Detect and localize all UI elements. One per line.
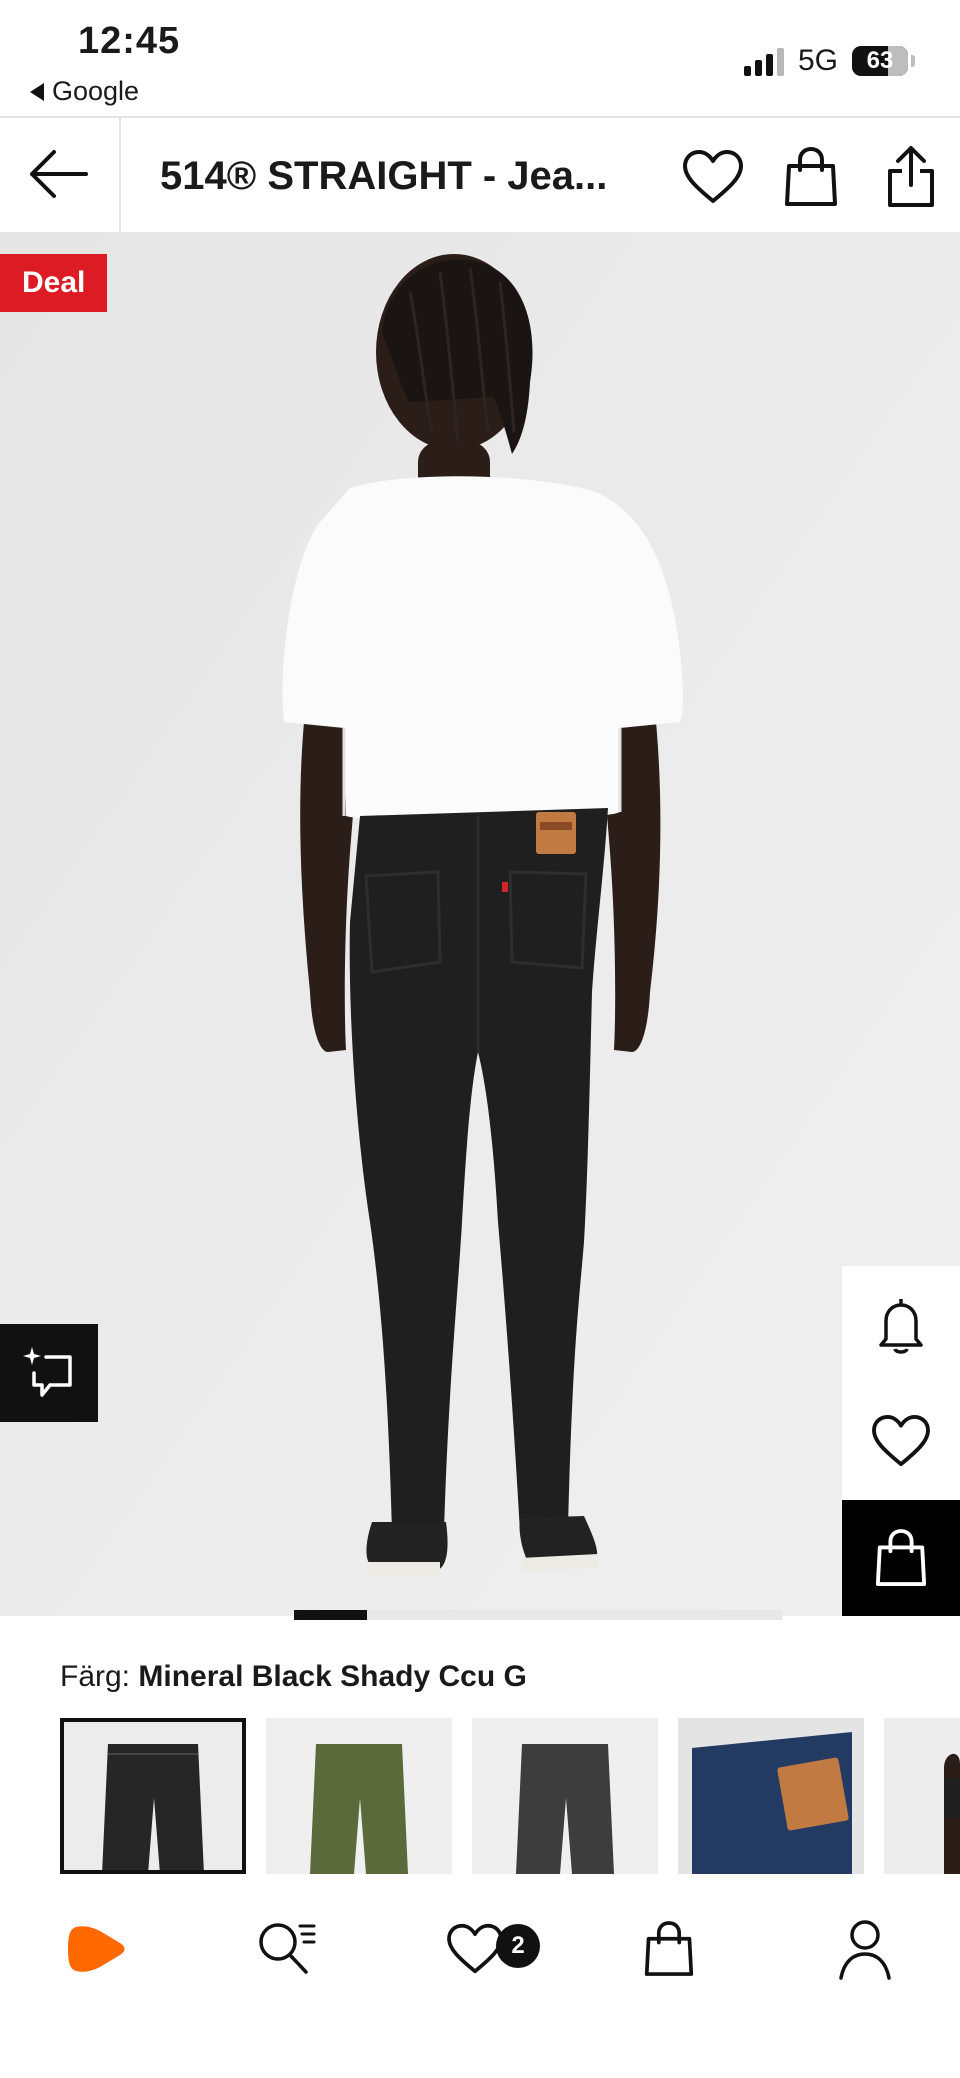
carousel-progress bbox=[294, 1610, 782, 1620]
color-key: Färg: bbox=[60, 1660, 131, 1693]
swatch-image bbox=[678, 1718, 864, 1874]
swatch-image bbox=[884, 1718, 960, 1874]
swatch-model[interactable] bbox=[884, 1718, 960, 1874]
user-icon bbox=[839, 1920, 891, 1980]
swatch-olive[interactable] bbox=[266, 1718, 452, 1874]
back-triangle-icon bbox=[30, 82, 44, 101]
share-icon bbox=[888, 146, 934, 207]
swatch-image bbox=[60, 1718, 246, 1874]
shopping-bag-icon bbox=[875, 1529, 927, 1586]
back-button[interactable] bbox=[22, 142, 92, 206]
color-swatches bbox=[60, 1718, 960, 1874]
share-button[interactable] bbox=[876, 142, 946, 212]
color-label: Färg: Mineral Black Shady Ccu G bbox=[60, 1660, 527, 1694]
bag-button[interactable] bbox=[776, 142, 846, 212]
back-app-label: Google bbox=[52, 76, 140, 106]
product-header: 514® STRAIGHT - Jea... bbox=[0, 116, 960, 234]
add-to-bag-button[interactable] bbox=[842, 1500, 960, 1616]
battery-tip bbox=[911, 55, 915, 67]
swatch-grey[interactable] bbox=[472, 1718, 658, 1874]
signal-icon bbox=[744, 46, 784, 76]
heart-icon bbox=[872, 1414, 930, 1467]
wishlist-side-button[interactable] bbox=[842, 1382, 960, 1500]
swatch-black[interactable] bbox=[60, 1718, 246, 1874]
bottom-tab-bar: 2 bbox=[0, 1874, 960, 2078]
battery-icon: 63 bbox=[852, 46, 908, 76]
ai-assist-button[interactable] bbox=[0, 1324, 98, 1422]
sparkle-chat-icon bbox=[23, 1347, 72, 1397]
carousel-progress-fill bbox=[294, 1610, 368, 1620]
heart-icon bbox=[683, 150, 743, 203]
network-label: 5G bbox=[798, 44, 839, 77]
bell-icon bbox=[879, 1299, 923, 1354]
tab-home[interactable] bbox=[52, 1904, 142, 1994]
wishlist-count-badge: 2 bbox=[496, 1924, 540, 1968]
search-icon bbox=[259, 1923, 316, 1974]
product-image[interactable]: Deal bbox=[0, 232, 960, 1616]
wishlist-button[interactable] bbox=[678, 142, 748, 212]
brand-logo-icon bbox=[68, 1926, 125, 1972]
tab-search[interactable] bbox=[242, 1904, 332, 1994]
swatch-image bbox=[266, 1718, 452, 1874]
header-divider bbox=[119, 118, 121, 234]
battery-level: 63 bbox=[866, 47, 894, 74]
shopping-bag-icon bbox=[644, 1921, 694, 1976]
deal-badge: Deal bbox=[0, 254, 108, 312]
status-time: 12:45 bbox=[78, 20, 181, 62]
quick-actions-panel bbox=[842, 1266, 960, 1616]
tab-account[interactable] bbox=[820, 1904, 910, 1994]
arrow-left-icon bbox=[30, 150, 88, 198]
back-to-app-link[interactable]: Google bbox=[30, 76, 139, 107]
product-photo bbox=[0, 232, 960, 1616]
swatch-image bbox=[472, 1718, 658, 1874]
color-value: Mineral Black Shady Ccu G bbox=[138, 1660, 527, 1693]
page-title: 514® STRAIGHT - Jea... bbox=[160, 154, 608, 198]
tab-bag[interactable] bbox=[624, 1904, 714, 1994]
status-bar: 12:45 Google 5G 63 bbox=[0, 0, 960, 116]
swatch-blue[interactable] bbox=[678, 1718, 864, 1874]
notify-button[interactable] bbox=[842, 1266, 960, 1384]
shopping-bag-icon bbox=[785, 146, 837, 206]
